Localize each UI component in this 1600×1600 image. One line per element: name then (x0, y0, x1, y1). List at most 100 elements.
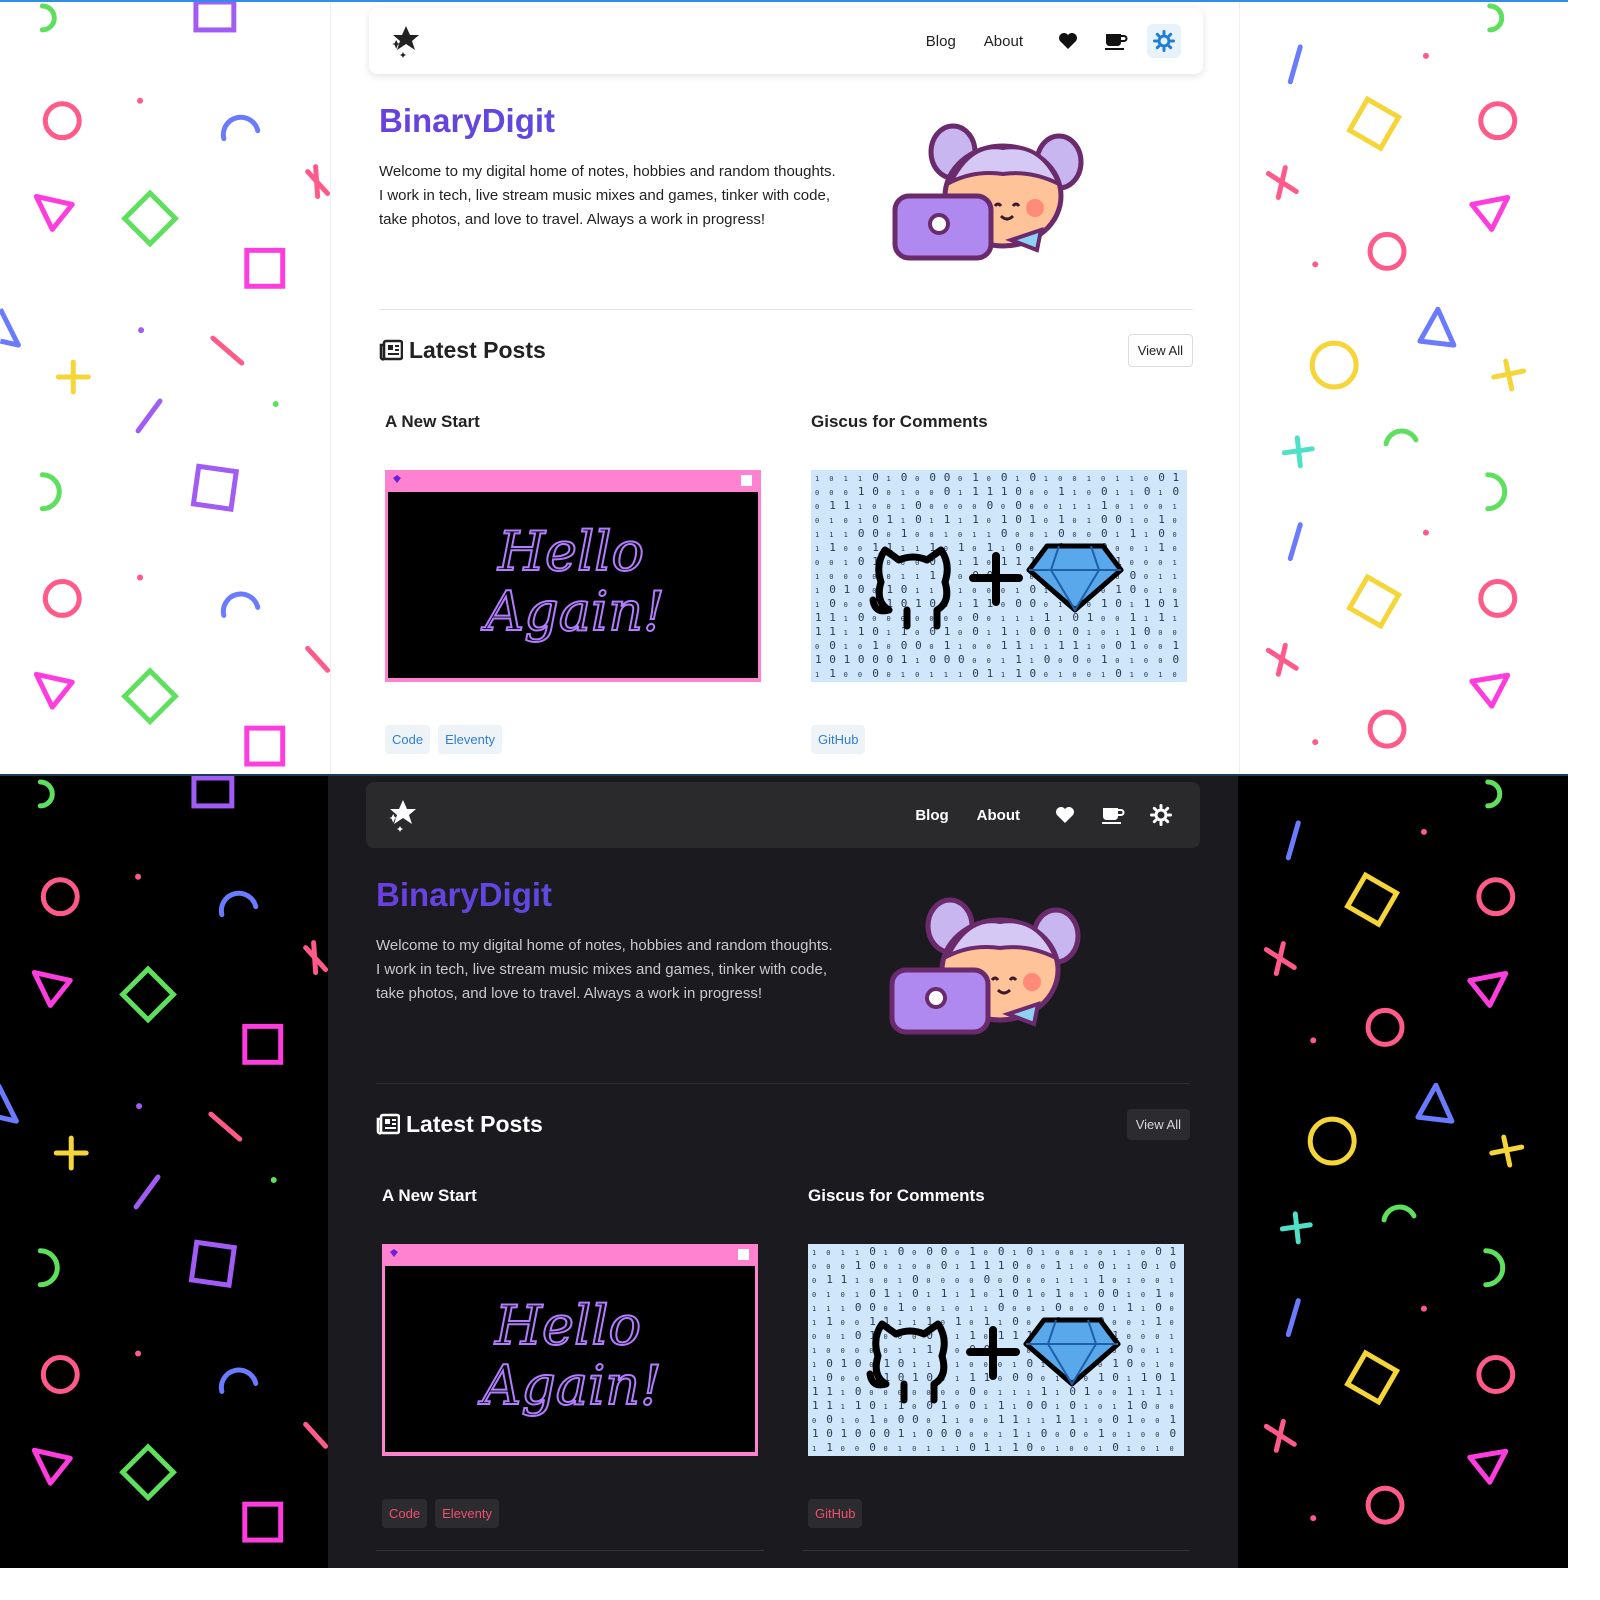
svg-text:0: 0 (1027, 1371, 1034, 1384)
svg-text:1: 1 (1044, 475, 1048, 483)
svg-text:1: 1 (812, 1319, 816, 1327)
theme-toggle-icon[interactable] (1144, 798, 1178, 832)
svg-text:1: 1 (969, 1329, 976, 1342)
svg-text:1: 1 (829, 667, 836, 680)
latest-posts-header: Latest Posts View All (376, 1106, 1190, 1142)
post-card[interactable]: A New Start Hello Again! Code Eleventy (380, 1186, 760, 1528)
heart-icon[interactable] (1051, 24, 1085, 58)
svg-text:1: 1 (1098, 1371, 1105, 1384)
post-image-github-giscus[interactable]: 1 0 1 1 0 1 0 0 0 0 0 1 0 0 1 0 1 0 0 1 0 1 1 0 0 10 0 0 1 0 0 1 0 0 0 1 1 1 1… (808, 1244, 1184, 1456)
svg-text:0: 0 (884, 1263, 888, 1271)
svg-text:0: 0 (912, 1403, 916, 1411)
tag-code[interactable]: Code (382, 1499, 428, 1528)
svg-text:0: 0 (841, 1375, 845, 1383)
post-image-hello-again[interactable]: Hello Again! (380, 1242, 760, 1458)
tag-code[interactable]: Code (385, 725, 431, 754)
svg-text:1: 1 (1130, 611, 1137, 624)
svg-text:0: 0 (844, 573, 848, 581)
svg-text:1: 1 (1127, 1263, 1131, 1271)
svg-text:0: 0 (841, 1445, 845, 1453)
svg-text:0: 0 (872, 667, 879, 680)
svg-text:0: 0 (1015, 531, 1019, 539)
svg-text:0: 0 (841, 1319, 845, 1327)
svg-text:1: 1 (829, 625, 836, 638)
tag-github[interactable]: GitHub (811, 725, 866, 754)
svg-text:1: 1 (969, 1259, 976, 1272)
svg-text:1: 1 (1084, 1291, 1088, 1299)
svg-text:0: 0 (1087, 671, 1091, 679)
svg-text:0: 0 (1041, 1277, 1045, 1285)
svg-text:0: 0 (1112, 1413, 1119, 1426)
svg-text:0: 0 (1112, 1431, 1116, 1439)
nav-about-link[interactable]: About (970, 25, 1037, 58)
svg-text:1: 1 (1015, 639, 1022, 652)
svg-text:1: 1 (969, 1287, 976, 1300)
svg-text:1: 1 (841, 1249, 845, 1257)
svg-text:0: 0 (1015, 485, 1022, 498)
svg-text:0: 0 (1170, 1291, 1174, 1299)
post-title[interactable]: A New Start (382, 1186, 758, 1214)
svg-text:1: 1 (1072, 639, 1079, 652)
nav-about-link[interactable]: About (963, 799, 1034, 832)
svg-text:1: 1 (1012, 1427, 1019, 1440)
section-divider (379, 309, 1193, 310)
post-title[interactable]: Giscus for Comments (811, 412, 1187, 440)
svg-text:1: 1 (1127, 1385, 1134, 1398)
svg-text:1: 1 (926, 1361, 930, 1369)
svg-text:1: 1 (841, 1305, 845, 1313)
svg-text:1: 1 (826, 1305, 830, 1313)
svg-text:1: 1 (815, 653, 822, 666)
svg-text:1: 1 (812, 1399, 819, 1412)
svg-text:1: 1 (887, 629, 891, 637)
svg-text:1: 1 (844, 531, 848, 539)
tag-github[interactable]: GitHub (808, 1499, 863, 1528)
svg-text:0: 0 (1030, 489, 1034, 497)
svg-text:1: 1 (826, 1399, 833, 1412)
post-title[interactable]: Giscus for Comments (808, 1186, 1184, 1214)
svg-text:1: 1 (884, 1249, 888, 1257)
svg-text:0: 0 (958, 503, 962, 511)
svg-text:1: 1 (1170, 1413, 1177, 1426)
svg-text:0: 0 (1144, 485, 1151, 498)
coffee-icon[interactable] (1096, 798, 1130, 832)
view-all-button[interactable]: View All (1126, 1108, 1190, 1140)
svg-text:1: 1 (815, 671, 819, 679)
tag-eleventy[interactable]: Eleventy (438, 725, 502, 754)
svg-text:0: 0 (1115, 615, 1119, 623)
svg-text:0: 0 (1072, 611, 1079, 624)
svg-text:0: 0 (1155, 1301, 1162, 1314)
svg-text:1: 1 (1055, 1445, 1059, 1453)
svg-text:1: 1 (1170, 1277, 1174, 1285)
post-card[interactable]: A New Start Hello Again! Code Eleventy (383, 412, 763, 754)
site-container: Blog About BinaryDigit Welcome to my dig… (330, 2, 1240, 774)
coffee-icon[interactable] (1099, 24, 1133, 58)
svg-text:0: 0 (887, 653, 894, 666)
svg-text:1: 1 (929, 587, 933, 595)
svg-text:0: 0 (958, 653, 965, 666)
post-title[interactable]: A New Start (385, 412, 761, 440)
post-image-hello-again[interactable]: Hello Again! (383, 468, 763, 684)
heart-icon[interactable] (1048, 798, 1082, 832)
svg-text:1: 1 (841, 1273, 848, 1286)
svg-text:0: 0 (841, 1263, 845, 1271)
svg-text:1: 1 (887, 475, 891, 483)
tag-eleventy[interactable]: Eleventy (435, 1499, 499, 1528)
nav-blog-link[interactable]: Blog (912, 25, 970, 58)
logo-icon[interactable] (391, 24, 421, 58)
svg-text:0: 0 (1170, 1305, 1174, 1313)
post-image-github-giscus[interactable]: 1 0 1 1 0 1 0 0 0 0 0 1 0 0 1 0 1 0 0 1 0 1 1 0 0 10 0 0 1 0 0 1 0 0 0 1 1 1 1… (811, 470, 1187, 682)
view-all-button[interactable]: View All (1127, 333, 1193, 367)
post-card[interactable]: Giscus for Comments 10110100000100101001… (808, 1186, 1184, 1528)
svg-text:0: 0 (1027, 1399, 1034, 1412)
svg-text:1: 1 (1141, 1389, 1145, 1397)
nav-blog-link[interactable]: Blog (901, 799, 962, 832)
logo-icon[interactable] (388, 798, 418, 832)
svg-text:0: 0 (829, 489, 833, 497)
svg-text:0: 0 (915, 671, 919, 679)
svg-text:0: 0 (912, 1263, 916, 1271)
svg-text:0: 0 (1173, 545, 1177, 553)
theme-toggle-icon[interactable] (1147, 24, 1181, 58)
svg-text:1: 1 (1112, 1357, 1119, 1370)
svg-text:0: 0 (1030, 471, 1037, 484)
post-card[interactable]: Giscus for Comments 10110100000100101001… (811, 412, 1187, 754)
